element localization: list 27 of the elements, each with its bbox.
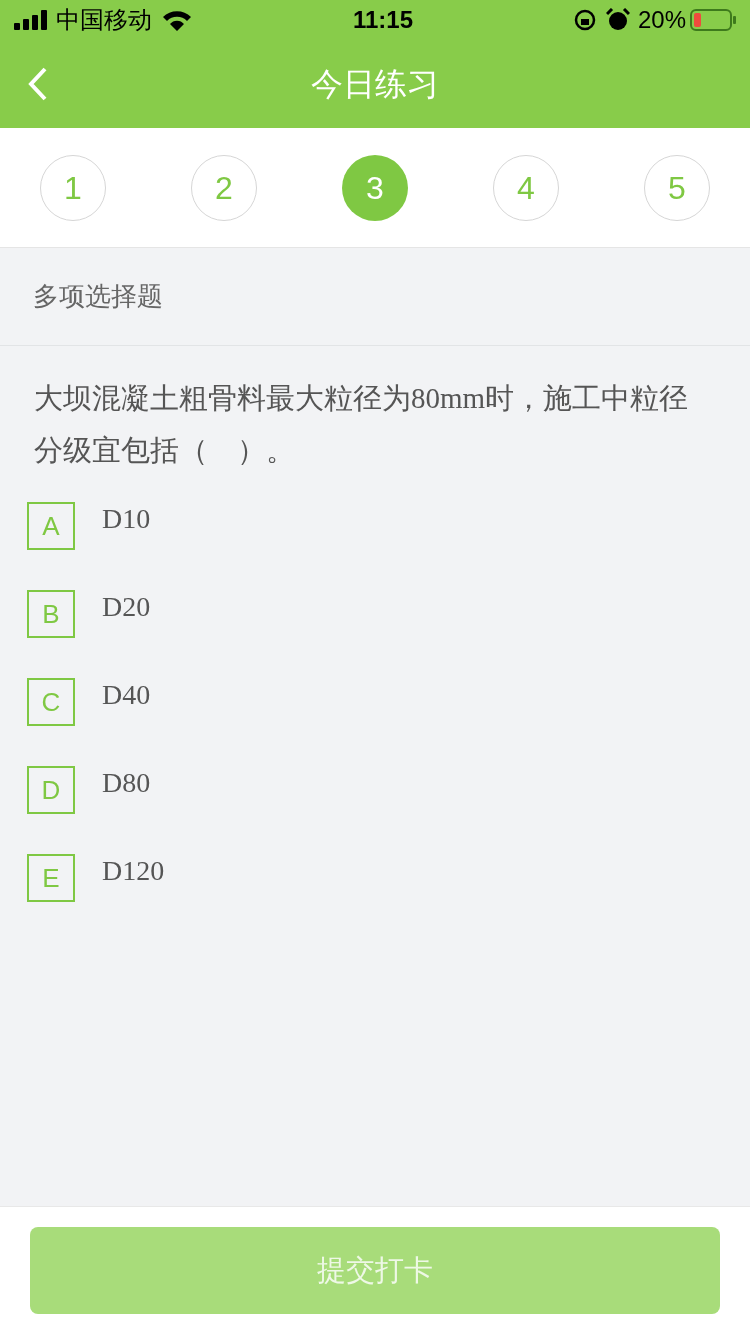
question-number-tab[interactable]: 4	[493, 154, 559, 221]
status-time: 11:15	[352, 5, 413, 35]
question-number-tab[interactable]: 1	[40, 154, 106, 221]
option-letter-box[interactable]: C	[27, 678, 75, 726]
option-text: D120	[102, 854, 165, 888]
back-icon	[28, 67, 48, 101]
option-letter-box[interactable]: D	[27, 766, 75, 814]
signal-icon	[14, 10, 48, 30]
rotation-lock-icon	[573, 9, 596, 31]
question-number-tab[interactable]: 3	[342, 154, 408, 221]
alarm-icon	[605, 8, 630, 32]
option-letter-box[interactable]: A	[27, 502, 75, 550]
wifi-icon	[162, 9, 192, 31]
page-title: 今日练习	[311, 65, 439, 104]
question-number-tab[interactable]: 5	[644, 154, 710, 221]
question-type: 多项选择题	[33, 280, 163, 313]
battery-icon	[690, 9, 736, 31]
option-text: D20	[102, 590, 151, 624]
option-text: D10	[102, 502, 151, 536]
option-text: D40	[102, 678, 151, 712]
option-letter-box[interactable]: E	[27, 854, 75, 902]
question-number-tab[interactable]: 2	[191, 154, 257, 221]
option-letter-box[interactable]: B	[27, 590, 75, 638]
carrier-name: 中国移动	[56, 5, 152, 35]
option-text: D80	[102, 766, 151, 800]
question-text: 大坝混凝土粗骨料最大粒径为80mm时，施工中粒径分级宜包括（ ）。	[34, 381, 690, 468]
battery-percent: 20%	[637, 5, 686, 35]
